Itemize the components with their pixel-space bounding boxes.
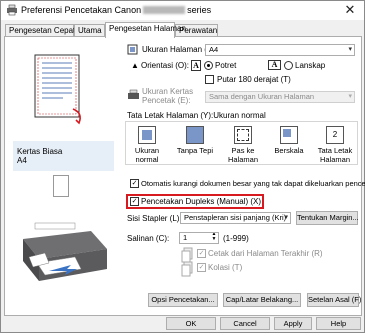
copies-range: (1-999) (223, 234, 249, 243)
layout-fit-page-icon (234, 126, 252, 144)
apply-button[interactable]: Apply (274, 317, 312, 330)
auto-reduce-label: Otomatis kurangi dokumen besar yang tak … (141, 179, 365, 188)
copies-spinner-icon[interactable]: ▲ ▼ (210, 233, 218, 242)
layout-scaled-icon (280, 126, 298, 144)
stamp-background-button[interactable]: Cap/Latar Belakang... (223, 293, 301, 307)
page-preview-icon (34, 54, 81, 125)
page-setup-panel: Kertas Biasa A4 Ukuran Halaman (Z): A4 ▾ … (4, 36, 365, 316)
rotate180-label: Putar 180 derajat (T) (217, 75, 291, 84)
page-layout-group: Ukuran normal Tanpa Tepi Pas ke Halaman … (125, 121, 358, 165)
ok-button[interactable]: OK (166, 317, 216, 330)
landscape-radio[interactable] (284, 61, 293, 70)
orientation-label: Orientasi (O): (141, 61, 190, 70)
layout-page-layout-option[interactable]: 2 Tata Letak Halaman (312, 126, 358, 164)
last-page-first-checkbox: ✓ (197, 249, 206, 258)
layout-scaled-option[interactable]: Berskala (266, 126, 312, 155)
page-size-select[interactable]: A4 ▾ (205, 44, 355, 56)
collate-icon (181, 261, 193, 277)
specify-margin-button[interactable]: Tentukan Margin... (296, 211, 359, 225)
tab-page-setup[interactable]: Pengesetan Halaman (105, 22, 186, 38)
help-button[interactable]: Help (316, 317, 361, 330)
rotate180-checkbox[interactable] (205, 75, 214, 84)
page-thumbnail-icon (53, 175, 69, 197)
title-bar: Preferensi Pencetakan Canon series ✕ (1, 1, 364, 20)
landscape-icon: A (268, 60, 281, 70)
printer-paper-label-2: Pencetak (E): (142, 96, 191, 105)
printer-icon (7, 4, 17, 16)
stapling-label: Sisi Stapler (L): (127, 214, 182, 223)
auto-reduce-checkbox[interactable]: ✓ (130, 179, 139, 188)
collate-label: Kolasi (T) (208, 263, 243, 272)
printer-paper-icon (128, 89, 139, 99)
portrait-icon: A (191, 60, 201, 71)
printer-paper-size-select: Sama dengan Ukuran Halaman ▾ (205, 91, 355, 103)
page-size-icon (127, 44, 138, 55)
copies-label: Salinan (C): (127, 234, 170, 243)
last-page-first-label: Cetak dari Halaman Terakhir (R) (208, 249, 323, 258)
printer-preferences-window: Preferensi Pencetakan Canon series ✕ Peng… (0, 0, 365, 333)
portrait-label: Potret (215, 61, 237, 70)
collate-checkbox: ✓ (197, 263, 206, 272)
media-info-box: Kertas Biasa A4 (13, 141, 114, 171)
page-layout-label: Tata Letak Halaman (Y):Ukuran normal (127, 111, 266, 120)
layout-2up-icon: 2 (326, 126, 344, 144)
portrait-radio[interactable] (204, 61, 213, 70)
layout-normal-option[interactable]: Ukuran normal (124, 126, 170, 164)
defaults-button[interactable]: Setelan Asal (F) (307, 293, 361, 307)
landscape-label: Lanskap (295, 61, 326, 70)
copies-input[interactable]: 1 ▲ ▼ (179, 232, 219, 244)
layout-borderless-icon (186, 126, 204, 144)
layout-borderless-option[interactable]: Tanpa Tepi (172, 126, 218, 155)
duplex-label: Pencetakan Dupleks (Manual) (X) (141, 197, 262, 206)
paper-size-label: A4 (17, 156, 27, 165)
duplex-checkbox[interactable]: ✓ (130, 197, 139, 206)
cancel-button[interactable]: Cancel (220, 317, 270, 330)
print-options-button[interactable]: Opsi Pencetakan... (148, 293, 218, 307)
printer-illustration-icon (23, 222, 107, 281)
stapling-select[interactable]: Penstapleran sisi panjang (Kri) ▾ (180, 212, 291, 224)
layout-fit-page-option[interactable]: Pas ke Halaman (220, 126, 266, 164)
window-title: Preferensi Pencetakan Canon series (21, 5, 212, 15)
close-icon[interactable]: ✕ (342, 2, 358, 18)
orientation-bullet: ▲ (131, 61, 139, 70)
layout-normal-icon (138, 126, 156, 144)
preview-area: Kertas Biasa A4 (9, 47, 118, 311)
